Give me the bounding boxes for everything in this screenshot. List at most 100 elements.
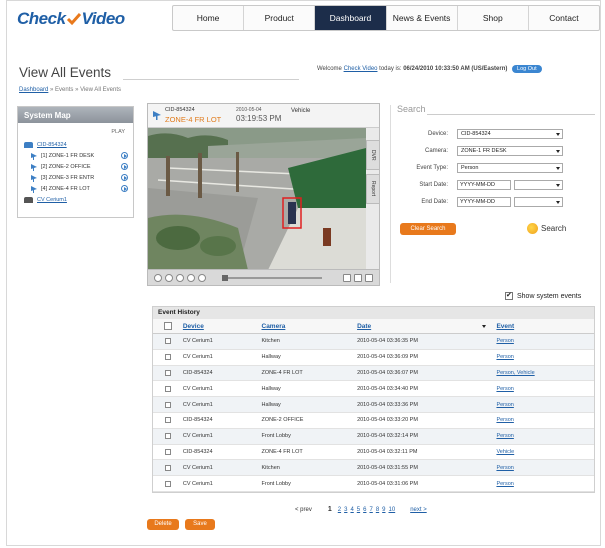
row-checkbox[interactable]	[164, 369, 171, 376]
camera-select[interactable]: ZONE-1 FR DESK	[457, 146, 563, 156]
page-link[interactable]: 6	[363, 507, 366, 513]
start-date-input[interactable]: YYYY-MM-DD	[457, 180, 511, 190]
nav-home[interactable]: Home	[173, 6, 245, 30]
cell-event-link[interactable]: Vehicle	[496, 449, 594, 455]
tree-zone[interactable]: [1] ZONE-1 FR DESK	[24, 150, 130, 161]
show-system-events-toggle[interactable]: Show system events	[505, 291, 581, 300]
row-checkbox[interactable]	[164, 354, 171, 361]
table-row[interactable]: CV Cerium1 Hallway 2010-05-04 03:34:40 PM P…	[153, 381, 594, 398]
tree-zone[interactable]: [3] ZONE-3 FR ENTR	[24, 172, 130, 183]
cell-event-link[interactable]: Person	[496, 481, 594, 487]
column-device[interactable]: Device	[183, 323, 204, 330]
start-time-select[interactable]	[514, 180, 563, 190]
skip-end-icon[interactable]	[198, 274, 206, 282]
search-button[interactable]: Search	[527, 220, 582, 236]
table-row[interactable]: CV Cerium1 Hallway 2010-05-04 03:33:36 PM P…	[153, 397, 594, 413]
timeline-slider[interactable]	[222, 275, 322, 281]
page-link[interactable]: 3	[344, 507, 347, 513]
page-link[interactable]: 2	[338, 507, 341, 513]
play-icon[interactable]	[121, 185, 128, 192]
show-system-events-checkbox[interactable]	[505, 291, 513, 300]
table-row[interactable]: CV Cerium1 Front Lobby 2010-05-04 03:32:14…	[153, 428, 594, 445]
user-link[interactable]: Check Video	[344, 66, 378, 72]
cell-camera: Hallway	[261, 385, 281, 392]
device-select[interactable]: CID-854324	[457, 129, 563, 139]
sort-desc-icon[interactable]	[482, 324, 487, 328]
clear-search-button[interactable]: Clear Search	[400, 223, 456, 235]
chevron-down-icon	[556, 167, 560, 170]
breadcrumb-current: View All Events	[80, 87, 121, 93]
logout-button[interactable]: Log Out	[512, 65, 542, 73]
tab-report[interactable]: Report	[366, 174, 380, 204]
breadcrumb-dashboard[interactable]: Dashboard	[19, 87, 48, 93]
cell-event-link[interactable]: Person	[496, 354, 594, 360]
table-row[interactable]: CID-854324 ZONE-4 FR LOT 2010-05-04 03:32:…	[153, 445, 594, 461]
nav-dashboard[interactable]: Dashboard	[315, 6, 387, 30]
fast-forward-icon[interactable]	[187, 274, 195, 282]
row-checkbox[interactable]	[164, 464, 171, 471]
table-row[interactable]: CV Cerium1 Hallway 2010-05-04 03:36:09 PM P…	[153, 350, 594, 366]
play-icon[interactable]	[121, 152, 128, 159]
volume-icon[interactable]	[365, 274, 373, 282]
play-pause-icon[interactable]	[176, 274, 184, 282]
tree-zone[interactable]: [4] ZONE-4 FR LOT	[24, 183, 130, 194]
page-link[interactable]: 9	[382, 507, 385, 513]
video-frame[interactable]	[148, 128, 366, 270]
device-link[interactable]: CV Cerium1	[37, 197, 67, 203]
row-checkbox[interactable]	[164, 480, 171, 487]
page-link[interactable]: 8	[376, 507, 379, 513]
tree-zone[interactable]: [2] ZONE-2 OFFICE	[24, 161, 130, 172]
table-row[interactable]: CV Cerium1 Kitchen 2010-05-04 03:31:55 PM P…	[153, 460, 594, 477]
cell-camera: Kitchen	[261, 338, 280, 345]
save-button[interactable]: Save	[185, 519, 215, 530]
nav-product[interactable]: Product	[244, 6, 316, 30]
cell-event-link[interactable]: Person	[496, 465, 594, 471]
table-row[interactable]: CV Cerium1 Kitchen 2010-05-04 03:36:35 PM P…	[153, 334, 594, 350]
cell-event-link[interactable]: Person	[496, 417, 594, 423]
page-link[interactable]: 4	[350, 507, 353, 513]
delete-button[interactable]: Delete	[147, 519, 179, 530]
checkvideo-logo[interactable]: Check Video	[17, 9, 125, 29]
tab-dvr[interactable]: DVR	[366, 140, 380, 170]
cell-event-link[interactable]: Person	[496, 338, 594, 344]
table-row[interactable]: CV Cerium1 Front Lobby 2010-05-04 03:31:06…	[153, 476, 594, 492]
column-camera[interactable]: Camera	[262, 323, 286, 330]
row-checkbox[interactable]	[164, 401, 171, 408]
breadcrumb-events[interactable]: Events	[55, 87, 73, 93]
table-row[interactable]: CID-854324 ZONE-2 OFFICE 2010-05-04 03:33:…	[153, 413, 594, 429]
cell-event-link[interactable]: Person, Vehicle	[496, 370, 594, 376]
device-link[interactable]: CID-854324	[37, 142, 67, 148]
page-link[interactable]: 5	[357, 507, 360, 513]
end-time-select[interactable]	[514, 197, 563, 207]
zoom-icon[interactable]	[354, 274, 362, 282]
select-all-checkbox[interactable]	[163, 322, 172, 330]
cell-event-link[interactable]: Person	[496, 433, 594, 439]
skip-start-icon[interactable]	[154, 274, 162, 282]
fullscreen-icon[interactable]	[343, 274, 351, 282]
tree-device[interactable]: CV Cerium1	[24, 194, 130, 205]
nav-contact[interactable]: Contact	[529, 6, 599, 30]
cell-event-link[interactable]: Person	[496, 402, 594, 408]
nav-shop[interactable]: Shop	[458, 6, 529, 30]
column-date[interactable]: Date	[357, 323, 371, 330]
event-type-select[interactable]: Person	[457, 163, 563, 173]
cell-event-link[interactable]: Person	[496, 386, 594, 392]
play-icon[interactable]	[121, 163, 128, 170]
play-icon[interactable]	[121, 174, 128, 181]
rewind-icon[interactable]	[165, 274, 173, 282]
column-event[interactable]: Event	[496, 323, 514, 330]
next-page-link[interactable]: next >	[410, 507, 427, 513]
end-date-input[interactable]: YYYY-MM-DD	[457, 197, 511, 207]
page-link[interactable]: 7	[369, 507, 372, 513]
table-row[interactable]: CID-854324 ZONE-4 FR LOT 2010-05-04 03:36:…	[153, 365, 594, 382]
row-checkbox[interactable]	[164, 448, 171, 455]
page-link[interactable]: 10	[389, 507, 396, 513]
table-header: Device Camera Date Event	[153, 319, 594, 334]
nav-news-events[interactable]: News & Events	[387, 6, 458, 30]
tree-device[interactable]: CID-854324	[24, 139, 130, 150]
row-checkbox[interactable]	[164, 433, 171, 440]
row-checkbox[interactable]	[164, 385, 171, 392]
row-checkbox[interactable]	[164, 417, 171, 424]
row-checkbox[interactable]	[164, 338, 171, 345]
prev-page-link[interactable]: < prev	[295, 507, 312, 513]
